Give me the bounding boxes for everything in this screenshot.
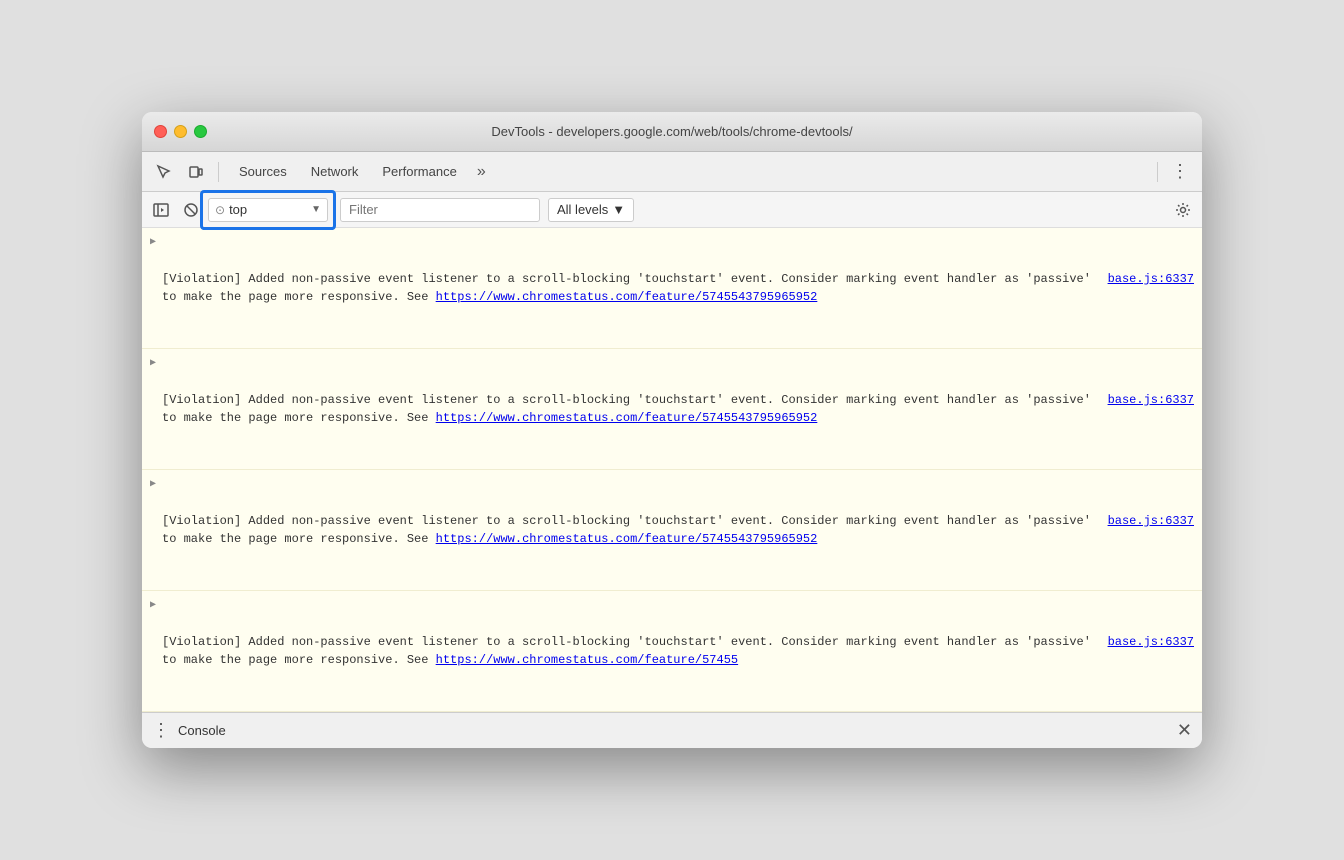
context-icon: ⊙ (215, 203, 225, 217)
console-link-3[interactable]: https://www.chromestatus.com/feature/574… (436, 532, 818, 546)
more-tabs-button[interactable]: » (469, 163, 494, 181)
context-value: top (229, 202, 307, 217)
console-link-1[interactable]: https://www.chromestatus.com/feature/574… (436, 290, 818, 304)
levels-label: All levels (557, 202, 608, 217)
levels-arrow-icon: ▼ (612, 202, 625, 217)
console-entry-4: ▶ [Violation] Added non-passive event li… (142, 591, 1202, 712)
settings-button[interactable] (1170, 197, 1196, 223)
expand-arrow-1[interactable]: ▶ (150, 235, 156, 250)
bottom-menu-button[interactable]: ⋮ (152, 720, 170, 741)
expand-arrow-4[interactable]: ▶ (150, 598, 156, 613)
context-selector[interactable]: ⊙ top ▼ (208, 198, 328, 222)
devtools-toolbar: Sources Network Performance » ⋮ (142, 152, 1202, 192)
device-toolbar-button[interactable] (182, 158, 210, 186)
close-button[interactable] (154, 125, 167, 138)
console-message-1: [Violation] Added non-passive event list… (162, 234, 1194, 342)
devtools-window: DevTools - developers.google.com/web/too… (142, 112, 1202, 748)
context-selector-wrapper: ⊙ top ▼ (208, 198, 328, 222)
toolbar-tabs: Sources Network Performance » (227, 152, 1149, 192)
chevron-down-icon: ▼ (311, 204, 321, 215)
toolbar-separator-1 (218, 162, 219, 182)
bottom-bar: ⋮ Console ✕ (142, 712, 1202, 748)
console-message-3: [Violation] Added non-passive event list… (162, 476, 1194, 584)
console-output: ▶ [Violation] Added non-passive event li… (142, 228, 1202, 712)
console-message-2: [Violation] Added non-passive event list… (162, 355, 1194, 463)
traffic-lights (154, 125, 207, 138)
console-message-4: [Violation] Added non-passive event list… (162, 597, 1194, 705)
console-entry-3: ▶ [Violation] Added non-passive event li… (142, 470, 1202, 591)
clear-console-button[interactable] (178, 197, 204, 223)
console-entry-2: ▶ [Violation] Added non-passive event li… (142, 349, 1202, 470)
console-link-4[interactable]: https://www.chromestatus.com/feature/574… (436, 653, 738, 667)
titlebar: DevTools - developers.google.com/web/too… (142, 112, 1202, 152)
log-levels-button[interactable]: All levels ▼ (548, 198, 634, 222)
console-toolbar: ⊙ top ▼ All levels ▼ (142, 192, 1202, 228)
console-entry-1: ▶ [Violation] Added non-passive event li… (142, 228, 1202, 349)
tab-network[interactable]: Network (299, 152, 371, 192)
devtools-content: Sources Network Performance » ⋮ (142, 152, 1202, 748)
console-source-1[interactable]: base.js:6337 (1108, 270, 1194, 306)
toolbar-separator-2 (1157, 162, 1158, 182)
sidebar-toggle-button[interactable] (148, 197, 174, 223)
window-title: DevTools - developers.google.com/web/too… (491, 124, 852, 139)
devtools-menu-button[interactable]: ⋮ (1166, 158, 1194, 186)
tab-sources[interactable]: Sources (227, 152, 299, 192)
bottom-panel-title: Console (178, 723, 226, 738)
expand-arrow-3[interactable]: ▶ (150, 477, 156, 492)
inspect-element-button[interactable] (150, 158, 178, 186)
filter-input[interactable] (340, 198, 540, 222)
expand-arrow-2[interactable]: ▶ (150, 356, 156, 371)
close-panel-button[interactable]: ✕ (1177, 720, 1192, 741)
console-link-2[interactable]: https://www.chromestatus.com/feature/574… (436, 411, 818, 425)
console-source-2[interactable]: base.js:6337 (1108, 391, 1194, 427)
console-source-4[interactable]: base.js:6337 (1108, 633, 1194, 669)
console-source-3[interactable]: base.js:6337 (1108, 512, 1194, 548)
minimize-button[interactable] (174, 125, 187, 138)
maximize-button[interactable] (194, 125, 207, 138)
tab-performance[interactable]: Performance (370, 152, 468, 192)
